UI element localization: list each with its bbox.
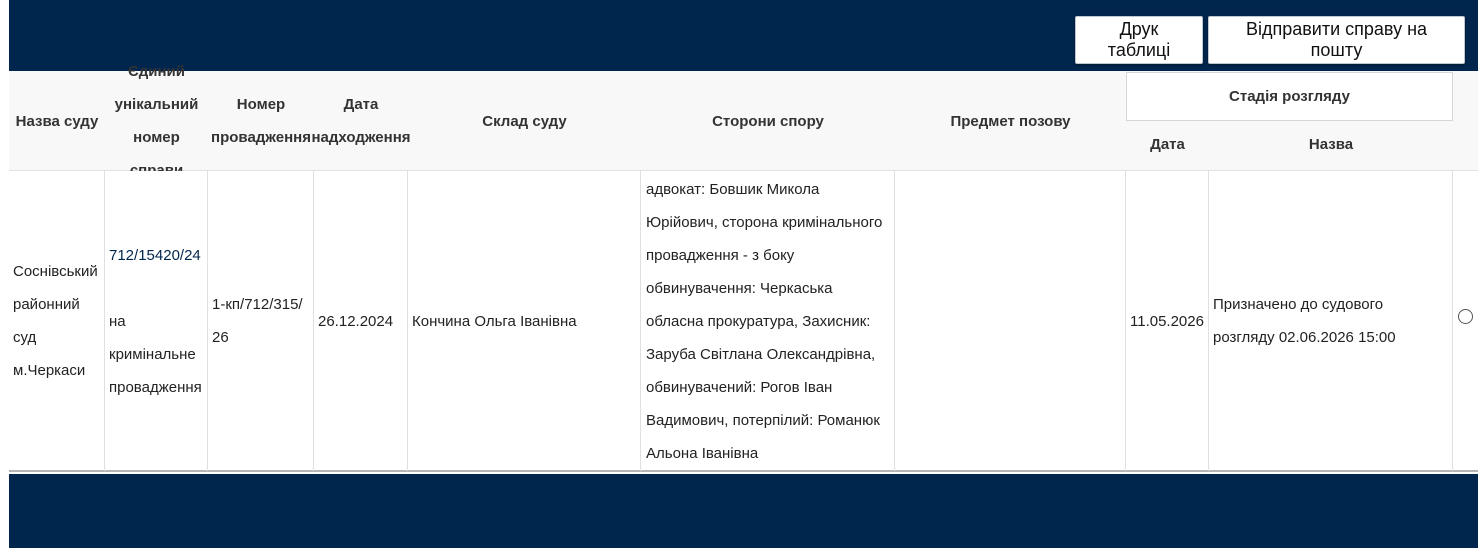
cell-proceeding-number: 1-кп/712/315/26 bbox=[208, 171, 314, 471]
header-stage: Стадія розгляду bbox=[1126, 72, 1453, 121]
header-composition: Склад суду bbox=[482, 112, 567, 130]
send-case-email-button[interactable]: Відправити справу на пошту bbox=[1208, 16, 1465, 64]
cell-parties: адвокат: Бовшик Микола Юрійович, сторона… bbox=[641, 171, 895, 471]
page-frame: Друк таблиці Відправити справу на пошту … bbox=[9, 0, 1478, 548]
top-toolbar: Друк таблиці Відправити справу на пошту bbox=[9, 0, 1478, 71]
cell-court-name: Соснівський районний суд м.Черкаси bbox=[9, 171, 105, 471]
cell-composition: Кончина Ольга Іванівна bbox=[408, 171, 641, 471]
table-row: Соснівський районний суд м.Черкаси 712/1… bbox=[9, 171, 1478, 472]
header-parties: Сторони спору bbox=[712, 112, 824, 130]
cell-received-date: 26.12.2024 bbox=[314, 171, 408, 471]
row-select-radio[interactable] bbox=[1458, 309, 1473, 324]
header-case-number: Єдиний унікальний номер справи bbox=[114, 63, 199, 179]
header-stage-name: Назва bbox=[1308, 135, 1354, 153]
print-table-button[interactable]: Друк таблиці bbox=[1075, 16, 1203, 64]
header-court-name: Назва суду bbox=[15, 112, 99, 130]
header-subject: Предмет позову bbox=[950, 112, 1071, 130]
table-header: Назва суду Єдиний унікальний номер справ… bbox=[9, 63, 1478, 179]
cell-subject bbox=[895, 171, 1126, 471]
cell-stage-date: 11.05.2026 bbox=[1126, 171, 1209, 471]
cell-case-number: 712/15420/24 на кримінальне провадження bbox=[105, 171, 208, 471]
header-received-date: Дата надходження bbox=[311, 96, 411, 146]
header-stage-date: Дата bbox=[1150, 135, 1185, 153]
header-proceeding-number: Номер провадження bbox=[211, 96, 311, 146]
case-number-link[interactable]: 712/15420/24 bbox=[109, 239, 201, 272]
bottom-bar bbox=[9, 474, 1478, 548]
case-type-label: на кримінальне провадження bbox=[109, 312, 202, 396]
cell-stage-name: Призначено до судового розгляду 02.06.20… bbox=[1209, 171, 1453, 471]
